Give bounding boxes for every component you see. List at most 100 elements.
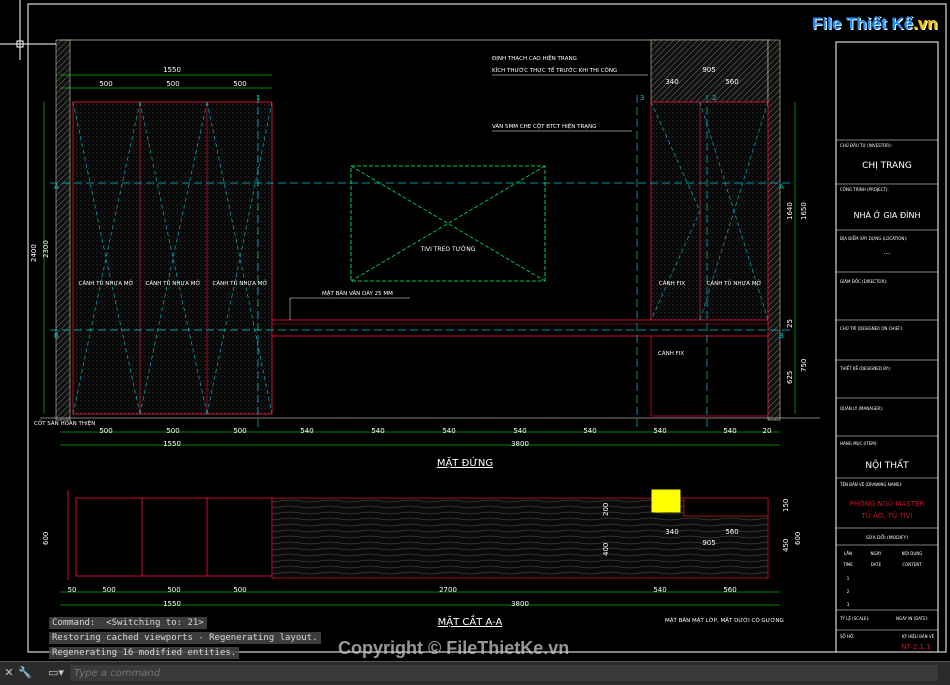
tb-scale-label: TỶ LỆ (SCALE): — [839, 616, 869, 621]
sec-left-600: 600 — [42, 532, 50, 545]
dim-top-905: 905 — [702, 66, 715, 74]
sec-dim-560: 560 — [723, 586, 736, 594]
tv-label: TIVI TREO TƯỜNG — [420, 246, 476, 253]
dim-b-3: 500 — [233, 427, 246, 435]
label-board: MẶT BÀN VÁN DÀY 25 MM — [322, 290, 393, 297]
dim-right-750: 750 — [800, 359, 808, 372]
dim-top-1550: 1550 — [163, 66, 181, 74]
sec-right-150: 150 — [782, 499, 790, 512]
tb-no-label: SỐ HỒ: — [840, 634, 854, 639]
dim-b-6: 540 — [442, 427, 455, 435]
tb-drawing-1: PHÒNG NGỦ MASTER — [850, 498, 925, 508]
sec-dim-540: 540 — [653, 586, 666, 594]
dim-b-7: 540 — [513, 427, 526, 435]
label-floor: CỐT SÀN HOÀN THIỆN — [34, 419, 95, 427]
dim-top-500c: 500 — [233, 80, 246, 88]
cad-drawing-canvas[interactable]: TIVI TREO TƯỜNG A B A B 1 2 3 CÁNH TỦ NH… — [0, 0, 950, 660]
recent-commands-icon[interactable]: ▭▾ — [46, 666, 66, 680]
wardrobe-body — [72, 101, 273, 415]
sec-dim-50: 50 — [68, 586, 77, 594]
sec-mid-400: 400 — [602, 543, 610, 556]
sec-dim-500a: 500 — [102, 586, 115, 594]
tb-col-content-en: CONTENT — [902, 562, 922, 567]
dim-top-560: 560 — [725, 78, 738, 86]
dim-total-1550: 1550 — [163, 440, 181, 448]
command-history-line-3: Regenerating 16 modified entities. — [49, 647, 240, 659]
mark-2: 2 — [712, 94, 716, 102]
tb-chief-label: CHỦ TRÌ (DESIGNER ON CHIEF): — [840, 326, 903, 331]
section-title: MẶT CẮT A-A — [438, 614, 503, 628]
tb-col-no: LẦN — [844, 551, 852, 556]
command-history-line-1: Command: <Switching to: 21> — [49, 617, 207, 629]
left-wall — [55, 39, 71, 421]
tb-col-time: TIME — [842, 562, 853, 567]
tb-investor-label: CHỦ ĐẦU TƯ (INVESTOR): — [840, 143, 892, 148]
sec-board-label: MẶT BÀN MẶT LỚP, MẶT DƯỚI CÓ GƯƠNG — [665, 617, 784, 624]
tb-director-label: GIÁM ĐỐC (DIRECTOR): — [840, 279, 887, 284]
mark-1: 1 — [256, 94, 260, 102]
elevation-title: MẶT ĐỨNG — [437, 456, 493, 469]
tb-designer-label: THIẾT KẾ (DESIGNED BY): — [839, 365, 891, 371]
tb-project-label: CÔNG TRÌNH (PROJECT): — [840, 187, 889, 192]
tv-counter — [271, 319, 769, 337]
sec-total-3800: 3800 — [511, 600, 529, 608]
dim-left-2300: 2300 — [42, 240, 50, 258]
sec-mid-200: 200 — [602, 503, 610, 516]
dim-total-3800: 3800 — [511, 440, 529, 448]
section-wardrobe — [75, 497, 273, 577]
section-view: 50 500 500 500 2700 540 560 1550 3800 34… — [42, 489, 802, 628]
dim-top-500b: 500 — [166, 80, 179, 88]
door-label-1: CÁNH TỦ NHỰA MỞ — [79, 279, 134, 287]
tb-row-3: 3 — [847, 602, 850, 607]
dim-right-25: 25 — [786, 319, 794, 328]
tb-sheet-no-label: KÝ HIỆU BẢN VẼ — [902, 634, 935, 639]
right-wall — [767, 39, 781, 421]
elevation-view: TIVI TREO TƯỜNG A B A B 1 2 3 CÁNH TỦ NH… — [30, 39, 820, 469]
watermark: Copyright © FileThietKe.vn — [338, 638, 570, 658]
tb-row-2: 2 — [847, 589, 850, 594]
tb-manager-label: QUẢN LÝ (MANAGER): — [840, 406, 883, 411]
dim-b-11: 20 — [763, 427, 772, 435]
dim-b-10: 540 — [723, 427, 736, 435]
mark-a-right: A — [779, 183, 784, 191]
dim-top-500a: 500 — [99, 80, 112, 88]
sec-top-560: 560 — [725, 528, 738, 536]
command-history-line-2: Restoring cached viewports - Regeneratin… — [49, 632, 321, 644]
wrench-icon[interactable]: 🔧 — [18, 666, 32, 680]
right-cabinet — [650, 101, 769, 321]
sec-right-600: 600 — [794, 532, 802, 545]
tb-project: NHÀ Ở GIA ĐÌNH — [854, 209, 921, 220]
dim-right-625: 625 — [786, 371, 794, 384]
label-fix: CÁNH FIX — [658, 350, 684, 357]
tb-col-date-en: DATE — [871, 562, 882, 567]
tb-col-content: NỘI DUNG — [902, 551, 923, 556]
command-input[interactable] — [70, 665, 938, 681]
sec-right-450: 450 — [782, 539, 790, 552]
sec-top-340: 340 — [665, 528, 678, 536]
sec-total-1550: 1550 — [163, 600, 181, 608]
fix-panel — [650, 335, 769, 417]
dim-right-1650: 1650 — [800, 202, 808, 220]
section-yellow-mark — [651, 489, 681, 513]
door-label-3: CÁNH TỦ NHỰA MỞ — [213, 279, 268, 287]
logo: File Thiết Kế.vn — [812, 14, 938, 33]
mark-3: 3 — [640, 94, 644, 102]
tb-row-1: 1 — [847, 576, 850, 581]
dim-left-2400: 2400 — [30, 244, 38, 262]
dim-right-1640: 1640 — [786, 202, 794, 220]
door-label-5: CÁNH TỦ NHỰA MỞ — [707, 279, 762, 287]
mark-b-right: B — [779, 332, 784, 340]
tb-modify-label: SỬA ĐỔI (MODIFY) — [866, 533, 908, 541]
tb-sheet-no: NT-2.1.1 — [901, 643, 930, 651]
tb-col-date: NGÀY — [871, 551, 883, 556]
section-top-cabinet — [683, 497, 769, 517]
tb-category: NỘI THẤT — [865, 459, 909, 471]
dim-top-340: 340 — [665, 78, 678, 86]
close-icon[interactable]: ✕ — [2, 666, 16, 680]
dim-b-5: 540 — [371, 427, 384, 435]
sec-top-905: 905 — [702, 539, 715, 547]
dim-b-9: 540 — [653, 427, 666, 435]
tb-drawing-2: TỦ ÁO, TỦ TIVI — [860, 510, 912, 520]
sec-dim-2700: 2700 — [439, 586, 457, 594]
label-measure: KÍCH THƯỚC THỰC TẾ TRƯỚC KHI THI CÔNG — [492, 66, 617, 74]
